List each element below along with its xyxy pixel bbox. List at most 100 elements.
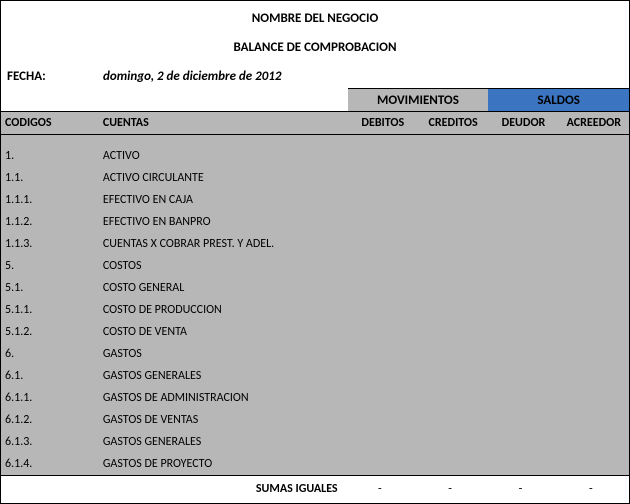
cell-amount <box>418 387 488 409</box>
spacer-row <box>1 135 629 146</box>
table-row: 6.1.2.GASTOS DE VENTAS <box>1 409 629 431</box>
cell-amount <box>348 211 418 233</box>
table-row: 6.1.GASTOS GENERALES <box>1 365 629 387</box>
table-row: 1.1.2.EFECTIVO EN BANPRO <box>1 211 629 233</box>
cell-account: COSTO DE PRODUCCION <box>99 299 348 321</box>
cell-account: EFECTIVO EN CAJA <box>99 189 348 211</box>
table-row: 1.1.3.CUENTAS X COBRAR PREST. Y ADEL. <box>1 233 629 255</box>
cell-code: 6.1.1. <box>1 387 99 409</box>
cell-amount <box>488 189 558 211</box>
cell-amount <box>488 343 558 365</box>
table-row: 6.1.4.GASTOS DE PROYECTO <box>1 453 629 476</box>
col-codigos: CODIGOS <box>1 112 99 135</box>
cell-amount <box>418 409 488 431</box>
cell-code: 1.1.3. <box>1 233 99 255</box>
total-debitos: - <box>348 476 418 503</box>
table-row: 5.1.COSTO GENERAL <box>1 277 629 299</box>
cell-amount <box>488 167 558 189</box>
cell-amount <box>488 431 558 453</box>
cell-amount <box>348 365 418 387</box>
cell-amount <box>488 299 558 321</box>
total-acreedor: - <box>559 476 629 503</box>
cell-code: 1.1.2. <box>1 211 99 233</box>
cell-amount <box>418 277 488 299</box>
cell-amount <box>488 255 558 277</box>
cell-amount <box>418 211 488 233</box>
total-deudor: - <box>488 476 558 503</box>
cell-amount <box>488 409 558 431</box>
cell-amount <box>418 321 488 343</box>
cell-account: COSTO GENERAL <box>99 277 348 299</box>
cell-amount <box>559 167 629 189</box>
cell-amount <box>348 299 418 321</box>
date-row: FECHA: domingo, 2 de diciembre de 2012 <box>1 65 629 88</box>
cell-amount <box>488 277 558 299</box>
cell-amount <box>559 431 629 453</box>
cell-code: 5.1. <box>1 277 99 299</box>
header-movimientos: MOVIMIENTOS <box>348 89 489 112</box>
totals-row: SUMAS IGUALES - - - - <box>1 476 629 503</box>
cell-amount <box>559 343 629 365</box>
col-deudor: DEUDOR <box>488 112 558 135</box>
cell-amount <box>348 343 418 365</box>
cell-amount <box>348 145 418 167</box>
cell-amount <box>418 145 488 167</box>
cell-amount <box>559 299 629 321</box>
cell-amount <box>418 365 488 387</box>
cell-amount <box>418 189 488 211</box>
cell-account: GASTOS GENERALES <box>99 431 348 453</box>
cell-code: 6. <box>1 343 99 365</box>
total-creditos: - <box>418 476 488 503</box>
cell-code: 6.1.4. <box>1 453 99 476</box>
cell-account: COSTO DE VENTA <box>99 321 348 343</box>
cell-code: 6.1.3. <box>1 431 99 453</box>
cell-amount <box>559 255 629 277</box>
cell-amount <box>488 453 558 476</box>
date-value: domingo, 2 de diciembre de 2012 <box>103 69 281 84</box>
cell-code: 5.1.1. <box>1 299 99 321</box>
header-saldos: SALDOS <box>488 89 629 112</box>
cell-amount <box>559 233 629 255</box>
cell-amount <box>559 365 629 387</box>
cell-amount <box>559 189 629 211</box>
col-cuentas: CUENTAS <box>99 112 348 135</box>
cell-code: 5.1.2. <box>1 321 99 343</box>
cell-amount <box>488 387 558 409</box>
cell-amount <box>418 255 488 277</box>
cell-amount <box>418 453 488 476</box>
cell-account: GASTOS DE VENTAS <box>99 409 348 431</box>
cell-amount <box>348 431 418 453</box>
table-row: 1.1.1.EFECTIVO EN CAJA <box>1 189 629 211</box>
cell-amount <box>559 277 629 299</box>
header-columns-row: CODIGOS CUENTAS DEBITOS CREDITOS DEUDOR … <box>1 112 629 135</box>
cell-amount <box>418 299 488 321</box>
col-debitos: DEBITOS <box>348 112 418 135</box>
cell-amount <box>559 211 629 233</box>
trial-balance-sheet: NOMBRE DEL NEGOCIO BALANCE DE COMPROBACI… <box>0 0 630 504</box>
cell-amount <box>559 453 629 476</box>
cell-code: 6.1. <box>1 365 99 387</box>
cell-amount <box>418 431 488 453</box>
cell-amount <box>348 387 418 409</box>
totals-label: SUMAS IGUALES <box>1 476 348 503</box>
cell-amount <box>348 453 418 476</box>
date-label: FECHA: <box>5 69 103 84</box>
cell-amount <box>348 321 418 343</box>
cell-account: GASTOS GENERALES <box>99 365 348 387</box>
table-row: 6.GASTOS <box>1 343 629 365</box>
cell-amount <box>488 321 558 343</box>
cell-account: ACTIVO CIRCULANTE <box>99 167 348 189</box>
cell-amount <box>418 233 488 255</box>
cell-account: GASTOS <box>99 343 348 365</box>
cell-account: ACTIVO <box>99 145 348 167</box>
cell-amount <box>488 365 558 387</box>
cell-amount <box>348 409 418 431</box>
table-row: 5.COSTOS <box>1 255 629 277</box>
cell-amount <box>418 343 488 365</box>
cell-code: 1.1. <box>1 167 99 189</box>
cell-amount <box>559 409 629 431</box>
cell-amount <box>488 145 558 167</box>
cell-account: GASTOS DE PROYECTO <box>99 453 348 476</box>
col-acreedor: ACREEDOR <box>559 112 629 135</box>
cell-account: CUENTAS X COBRAR PREST. Y ADEL. <box>99 233 348 255</box>
